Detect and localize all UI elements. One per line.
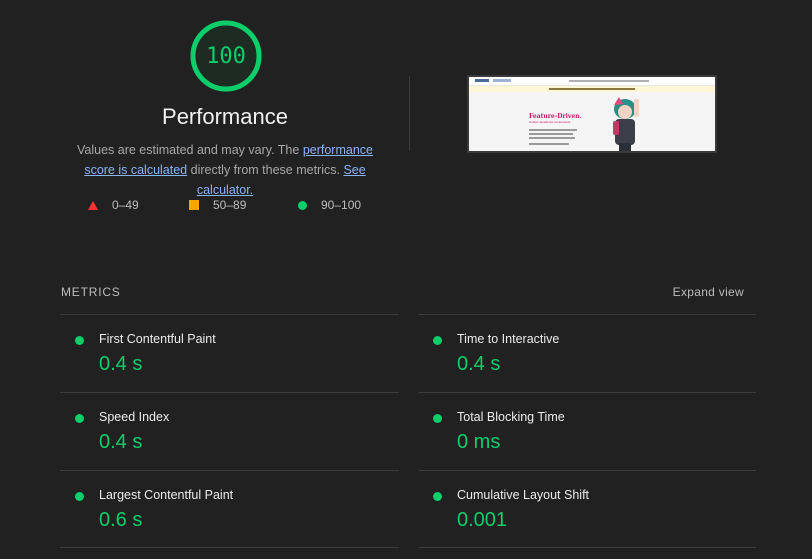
lighthouse-report: 100 Performance Values are estimated and… [0,0,812,559]
pass-circle-icon [75,336,84,345]
metric-label: Largest Contentful Paint [99,488,234,502]
legend-item-average: 50–89 [189,198,246,212]
circle-icon [298,200,307,210]
description-middle: directly from these metrics. [187,163,344,177]
metrics-divider [419,392,756,393]
metric-value: 0.4 s [99,431,143,453]
metric-label: Time to Interactive [457,332,560,346]
pass-circle-icon [433,414,442,423]
square-icon [189,200,199,210]
metric-value: 0 ms [457,431,501,453]
thumbnail-character-illustration [613,97,639,151]
metric-cumulative-layout-shift: Cumulative Layout Shift 0.001 [418,472,718,532]
thumbnail-text-line [529,137,575,139]
pass-circle-icon [433,492,442,501]
thumbnail-text-line [529,129,577,131]
score-legend: 0–49 50–89 90–100 [88,198,378,214]
metric-largest-contentful-paint: Largest Contentful Paint 0.6 s [60,472,360,532]
legend-range: 50–89 [213,198,247,212]
metric-time-to-interactive: Time to Interactive 0.4 s [418,316,718,376]
gauge-score: 100 [206,43,246,69]
metric-value: 0.001 [457,509,508,531]
metrics-divider [419,314,756,315]
thumbnail-banner-text [549,88,635,90]
metrics-section-title: METRICS [61,285,121,299]
metrics-divider [419,470,756,471]
gauge-title: Performance [162,104,288,129]
thumbnail-logo [475,79,489,82]
description-prefix: Values are estimated and may vary. The [77,143,303,157]
metric-label: Speed Index [99,410,170,424]
thumbnail-heading: Feature-Driven. [529,113,582,120]
thumbnail-text-line [529,133,573,135]
metrics-divider [419,547,756,548]
legend-item-fail: 0–49 [88,198,139,212]
metric-label: First Contentful Paint [99,332,216,346]
legend-item-pass: 90–100 [298,198,361,212]
legend-range: 0–49 [112,198,139,212]
expand-view-toggle[interactable]: Expand view [660,285,744,299]
legend-range: 90–100 [321,198,362,212]
pass-circle-icon [75,492,84,501]
metric-value: 0.4 s [99,353,143,375]
thumbnail-text-line [529,143,569,145]
metric-speed-index: Speed Index 0.4 s [60,394,360,454]
performance-gauge[interactable]: 100 [189,19,263,93]
metric-label: Total Blocking Time [457,410,565,424]
metric-value: 0.6 s [99,509,143,531]
metrics-divider [60,314,399,315]
pass-circle-icon [433,336,442,345]
pass-circle-icon [75,414,84,423]
thumbnail-nav-links [569,80,649,82]
metrics-divider [60,547,399,548]
metric-total-blocking-time: Total Blocking Time 0 ms [418,394,718,454]
triangle-icon [88,200,98,210]
metric-value: 0.4 s [457,353,501,375]
metrics-divider [60,392,399,393]
thumbnail-subheading: Unified JavaScript components [529,120,571,124]
thumbnail-logo-text [493,79,511,82]
metric-first-contentful-paint: First Contentful Paint 0.4 s [60,316,360,376]
vertical-divider [409,76,410,150]
metrics-divider [60,470,399,471]
final-screenshot-thumbnail[interactable]: Feature-Driven. Unified JavaScript compo… [467,75,717,153]
score-description: Values are estimated and may vary. The p… [60,140,390,200]
metric-label: Cumulative Layout Shift [457,488,590,502]
